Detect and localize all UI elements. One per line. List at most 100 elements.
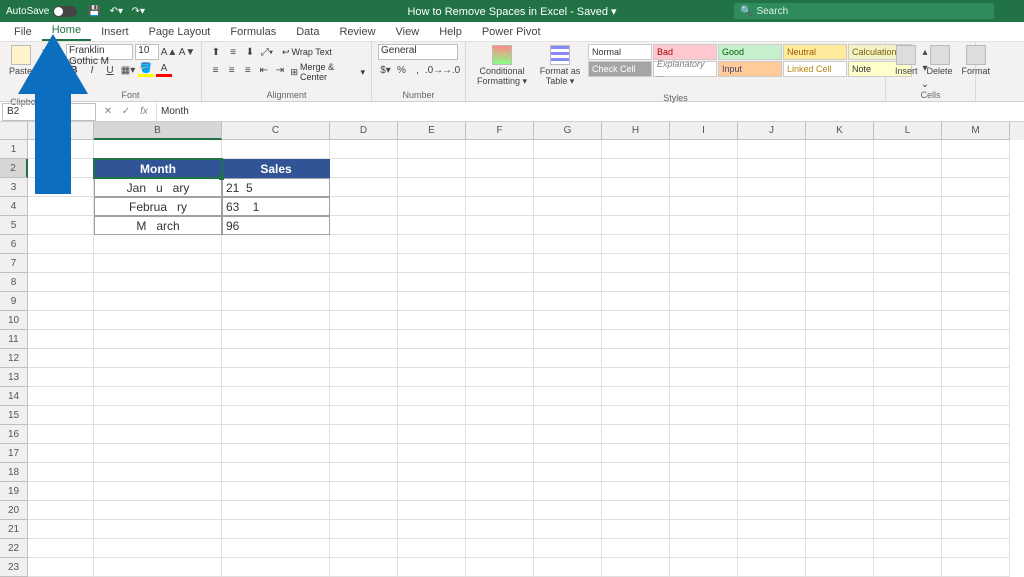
row-header-19[interactable]: 19 — [0, 482, 28, 501]
cell-F4[interactable] — [466, 197, 534, 216]
cell-M12[interactable] — [942, 349, 1010, 368]
cell-H23[interactable] — [602, 558, 670, 577]
cell-E10[interactable] — [398, 311, 466, 330]
cell-G20[interactable] — [534, 501, 602, 520]
cell-C3[interactable]: 21 5 — [222, 178, 330, 197]
cell-C19[interactable] — [222, 482, 330, 501]
cell-G3[interactable] — [534, 178, 602, 197]
cell-E7[interactable] — [398, 254, 466, 273]
merge-center-button[interactable]: ⊞ Merge & Center ▾ — [290, 62, 365, 82]
row-header-21[interactable]: 21 — [0, 520, 28, 539]
style-cell-normal[interactable]: Normal — [588, 44, 652, 60]
decrease-font-icon[interactable]: A▼ — [179, 44, 195, 60]
conditional-formatting-button[interactable]: Conditional Formatting ▾ — [472, 44, 532, 88]
cell-J2[interactable] — [738, 159, 806, 178]
cell-B20[interactable] — [94, 501, 222, 520]
cell-C20[interactable] — [222, 501, 330, 520]
cell-A11[interactable] — [28, 330, 94, 349]
cell-K9[interactable] — [806, 292, 874, 311]
column-header-F[interactable]: F — [466, 122, 534, 140]
cell-F6[interactable] — [466, 235, 534, 254]
save-icon[interactable]: 💾 — [87, 4, 101, 18]
row-header-8[interactable]: 8 — [0, 273, 28, 292]
row-header-2[interactable]: 2 — [0, 159, 28, 178]
cell-F15[interactable] — [466, 406, 534, 425]
cell-L6[interactable] — [874, 235, 942, 254]
cell-L2[interactable] — [874, 159, 942, 178]
cell-A17[interactable] — [28, 444, 94, 463]
row-header-22[interactable]: 22 — [0, 539, 28, 558]
cell-C17[interactable] — [222, 444, 330, 463]
cell-M2[interactable] — [942, 159, 1010, 178]
cell-J5[interactable] — [738, 216, 806, 235]
cell-K18[interactable] — [806, 463, 874, 482]
indent-decrease-icon[interactable]: ⇤ — [256, 62, 271, 78]
cell-M7[interactable] — [942, 254, 1010, 273]
cell-G16[interactable] — [534, 425, 602, 444]
bold-button[interactable]: B — [66, 62, 82, 78]
cell-I13[interactable] — [670, 368, 738, 387]
cell-A5[interactable] — [28, 216, 94, 235]
cell-E22[interactable] — [398, 539, 466, 558]
row-header-9[interactable]: 9 — [0, 292, 28, 311]
cell-E15[interactable] — [398, 406, 466, 425]
cell-J1[interactable] — [738, 140, 806, 159]
cell-K15[interactable] — [806, 406, 874, 425]
style-cell-good[interactable]: Good — [718, 44, 782, 60]
cell-F12[interactable] — [466, 349, 534, 368]
cell-A21[interactable] — [28, 520, 94, 539]
comma-icon[interactable]: , — [410, 62, 425, 78]
cell-H4[interactable] — [602, 197, 670, 216]
cell-J6[interactable] — [738, 235, 806, 254]
cell-E12[interactable] — [398, 349, 466, 368]
cell-L13[interactable] — [874, 368, 942, 387]
cell-E16[interactable] — [398, 425, 466, 444]
cell-styles-gallery[interactable]: NormalBadGoodNeutralCalculationCheck Cel… — [588, 44, 912, 77]
cell-M5[interactable] — [942, 216, 1010, 235]
cell-I1[interactable] — [670, 140, 738, 159]
row-header-3[interactable]: 3 — [0, 178, 28, 197]
format-as-table-button[interactable]: Format as Table ▾ — [535, 44, 585, 88]
cell-B17[interactable] — [94, 444, 222, 463]
cell-L1[interactable] — [874, 140, 942, 159]
cell-I10[interactable] — [670, 311, 738, 330]
cell-H20[interactable] — [602, 501, 670, 520]
cell-F19[interactable] — [466, 482, 534, 501]
cell-L18[interactable] — [874, 463, 942, 482]
cell-H1[interactable] — [602, 140, 670, 159]
cell-J23[interactable] — [738, 558, 806, 577]
cell-K2[interactable] — [806, 159, 874, 178]
border-button[interactable]: ▦▾ — [120, 62, 136, 78]
cell-D20[interactable] — [330, 501, 398, 520]
cell-J7[interactable] — [738, 254, 806, 273]
cell-A22[interactable] — [28, 539, 94, 558]
row-header-6[interactable]: 6 — [0, 235, 28, 254]
orientation-icon[interactable]: ⤢▾ — [259, 44, 275, 60]
cell-K3[interactable] — [806, 178, 874, 197]
cell-I19[interactable] — [670, 482, 738, 501]
cell-F20[interactable] — [466, 501, 534, 520]
cell-G6[interactable] — [534, 235, 602, 254]
format-cells-button[interactable]: Format — [959, 44, 994, 77]
cell-I23[interactable] — [670, 558, 738, 577]
cell-A9[interactable] — [28, 292, 94, 311]
column-header-L[interactable]: L — [874, 122, 942, 140]
cell-L3[interactable] — [874, 178, 942, 197]
cell-H13[interactable] — [602, 368, 670, 387]
cell-G19[interactable] — [534, 482, 602, 501]
cell-C15[interactable] — [222, 406, 330, 425]
cell-F7[interactable] — [466, 254, 534, 273]
cell-G22[interactable] — [534, 539, 602, 558]
cell-A1[interactable] — [28, 140, 94, 159]
row-header-7[interactable]: 7 — [0, 254, 28, 273]
row-header-18[interactable]: 18 — [0, 463, 28, 482]
cell-G18[interactable] — [534, 463, 602, 482]
cell-G11[interactable] — [534, 330, 602, 349]
style-cell-bad[interactable]: Bad — [653, 44, 717, 60]
name-box[interactable]: B2 — [2, 103, 96, 121]
cell-I8[interactable] — [670, 273, 738, 292]
cell-B18[interactable] — [94, 463, 222, 482]
cell-I16[interactable] — [670, 425, 738, 444]
cell-A4[interactable] — [28, 197, 94, 216]
cell-C11[interactable] — [222, 330, 330, 349]
